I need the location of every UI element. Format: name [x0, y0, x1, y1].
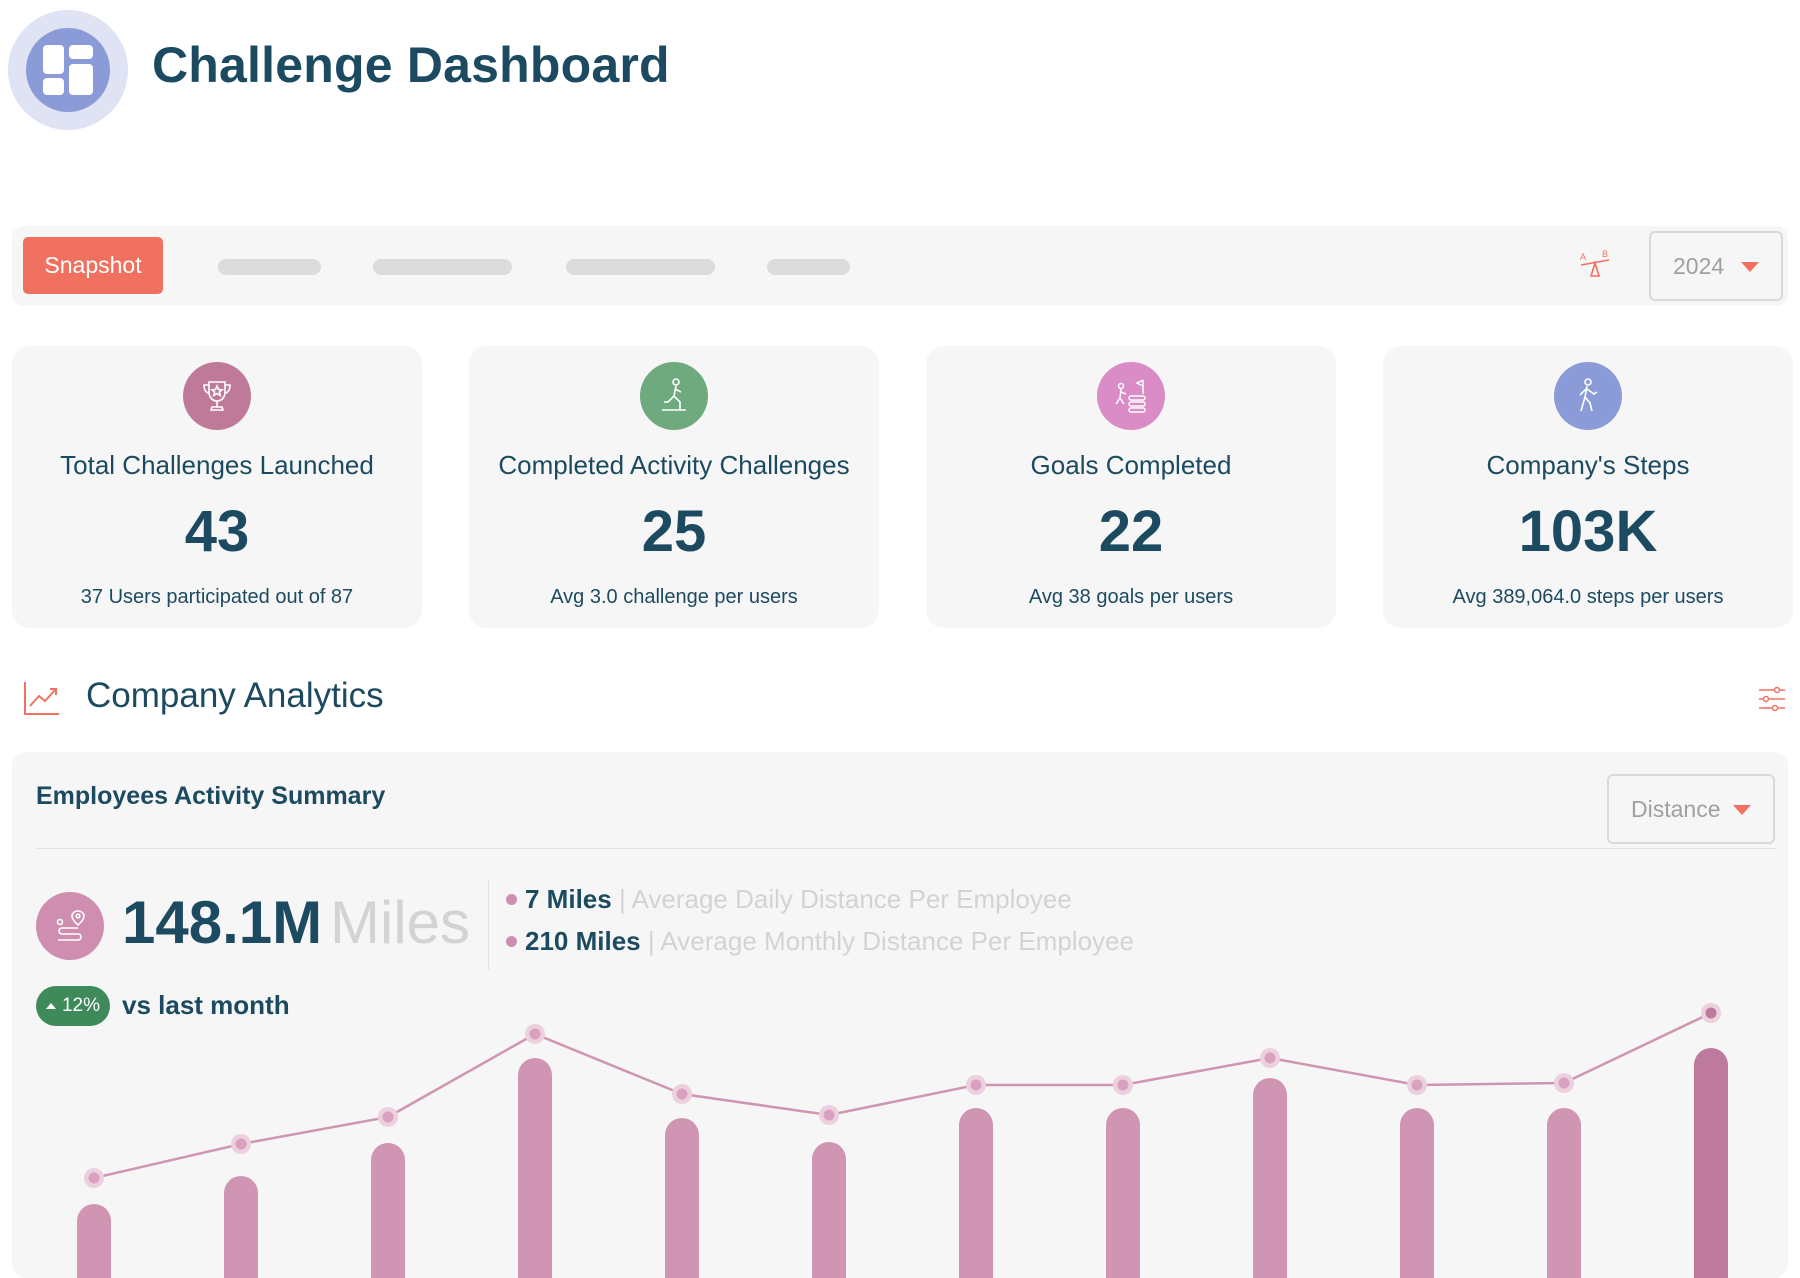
chart-bar[interactable]	[959, 1108, 993, 1278]
ab-compare-icon[interactable]: A B	[1577, 248, 1613, 284]
chart-bar[interactable]	[812, 1142, 846, 1278]
stat-title: Completed Activity Challenges	[498, 450, 850, 480]
stat-card-goals-completed: Goals Completed 22 Avg 38 goals per user…	[926, 346, 1336, 628]
stat-subtitle: Avg 3.0 challenge per users	[550, 586, 798, 608]
chart-point[interactable]	[88, 1172, 100, 1184]
stat-subtitle: Avg 38 goals per users	[1028, 586, 1234, 608]
year-select[interactable]: 2024	[1649, 231, 1783, 301]
walking-icon	[1554, 362, 1622, 430]
chart-point[interactable]	[1705, 1007, 1717, 1019]
svg-text:B: B	[1602, 249, 1608, 259]
goal-flag-icon	[1097, 362, 1165, 430]
chart-bar[interactable]	[224, 1176, 258, 1278]
chart-point[interactable]	[1558, 1077, 1570, 1089]
chevron-down-icon	[1741, 262, 1759, 272]
chart-bar[interactable]	[1253, 1078, 1287, 1278]
runner-icon	[640, 362, 708, 430]
chart-point[interactable]	[235, 1138, 247, 1150]
stat-value: 103K	[1518, 499, 1658, 564]
svg-text:A: A	[1580, 252, 1586, 262]
chart-point[interactable]	[676, 1088, 688, 1100]
stat-title: Company's Steps	[1486, 450, 1690, 480]
line-chart-icon	[22, 678, 62, 718]
chart-bar[interactable]	[77, 1204, 111, 1278]
stat-value: 25	[641, 499, 707, 564]
chart-point[interactable]	[382, 1111, 394, 1123]
dashboard-grid-icon	[26, 28, 110, 112]
stat-value: 43	[184, 499, 250, 564]
page-title: Challenge Dashboard	[152, 37, 670, 93]
chart-bar[interactable]	[1547, 1108, 1581, 1278]
tab-placeholder[interactable]	[566, 259, 715, 275]
section-title: Company Analytics	[86, 676, 384, 715]
chart-point[interactable]	[1117, 1079, 1129, 1091]
chart-bar[interactable]	[665, 1118, 699, 1278]
activity-chart	[77, 1003, 1728, 1278]
stat-title: Total Challenges Launched	[60, 450, 374, 480]
chart-point[interactable]	[970, 1079, 982, 1091]
tab-placeholder[interactable]	[373, 259, 512, 275]
chart-bar[interactable]	[1694, 1048, 1728, 1278]
stat-subtitle: 37 Users participated out of 87	[80, 586, 354, 608]
tab-placeholder[interactable]	[218, 259, 321, 275]
trophy-icon	[183, 362, 251, 430]
trend-line	[93, 1011, 1712, 1180]
chart-bar[interactable]	[371, 1143, 405, 1278]
stat-card-completed-activity: Completed Activity Challenges 25 Avg 3.0…	[469, 346, 879, 628]
page-header: Challenge Dashboard	[0, 0, 1800, 180]
chart-point[interactable]	[529, 1028, 541, 1040]
tab-bar: Snapshot A B 2024	[12, 226, 1788, 306]
stat-value: 22	[1098, 499, 1164, 564]
tab-snapshot[interactable]: Snapshot	[23, 237, 163, 294]
dashboard-logo	[8, 10, 128, 130]
stat-card-company-steps: Company's Steps 103K Avg 389,064.0 steps…	[1383, 346, 1793, 628]
stat-card-total-challenges: Total Challenges Launched 43 37 Users pa…	[12, 346, 422, 628]
chart-point[interactable]	[823, 1109, 835, 1121]
tab-placeholder[interactable]	[767, 259, 850, 275]
stat-title: Goals Completed	[1030, 450, 1232, 480]
chart-point[interactable]	[1411, 1079, 1423, 1091]
activity-summary-panel: Employees Activity Summary Distance 148.…	[12, 752, 1788, 1278]
chart-bar[interactable]	[518, 1058, 552, 1278]
year-select-value: 2024	[1673, 252, 1725, 279]
stat-subtitle: Avg 389,064.0 steps per users	[1452, 586, 1724, 608]
chart-bar[interactable]	[1400, 1108, 1434, 1278]
chart-bar[interactable]	[1106, 1108, 1140, 1278]
filter-sliders-icon[interactable]	[1757, 684, 1787, 714]
chart-point[interactable]	[1264, 1052, 1276, 1064]
